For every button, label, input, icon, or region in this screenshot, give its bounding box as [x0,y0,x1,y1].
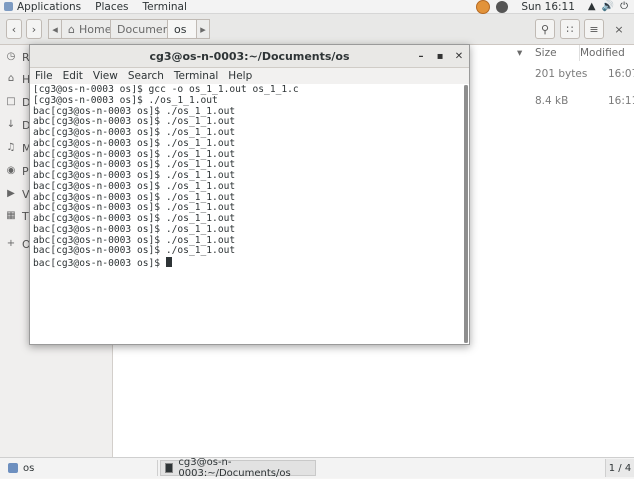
home-icon: ⌂ [7,73,15,84]
sidebar-item-videos[interactable]: ▶ V [6,186,29,202]
back-button[interactable]: ‹ [6,19,22,39]
clock-icon: ◷ [6,51,16,62]
sidebar-initial: T [22,209,29,223]
terminal-menubar: File Edit View Search Terminal Help [30,68,469,84]
arrow-right-icon: ▸ [200,22,206,36]
applications-icon [4,2,13,11]
terminal-icon [165,463,174,473]
scrollbar-thumb[interactable] [464,85,468,343]
trash-icon: ▦ [6,210,16,221]
sidebar-item-music[interactable]: ♫ M [6,140,32,156]
sidebar-item-recent[interactable]: ◷ R [6,49,30,65]
file-manager-header: ‹ › ◂ ⌂ Home Documents os ▸ ⚲ ∷ ≡ × [0,14,634,45]
document-icon: □ [6,96,16,107]
terminal-window[interactable]: cg3@os-n-0003:~/Documents/os – ▪ ✕ File … [29,44,470,345]
taskbar-label: os [23,462,35,474]
breadcrumb-home[interactable]: ⌂ Home [61,19,111,39]
bottom-panel: os cg3@os-n-0003:~/Documents/os 1 / 4 [0,457,634,479]
workspace-switcher[interactable]: 1 / 4 [605,459,634,477]
close-window-button[interactable]: × [610,19,628,39]
column-header-modified[interactable]: Modified [580,45,625,61]
places-menu[interactable]: Places [88,1,135,13]
close-icon: ✕ [454,50,464,62]
plus-icon: + [6,238,16,249]
file-modified: 16:11 [608,95,634,107]
menu-button[interactable]: ≡ [584,19,604,39]
file-modified: 16:07 [608,68,634,80]
breadcrumb-home-label: Home [78,22,112,36]
menu-file[interactable]: File [30,70,58,82]
hamburger-icon: ≡ [589,22,599,36]
menu-terminal[interactable]: Terminal [169,70,223,82]
weather-icon[interactable] [476,0,491,14]
taskbar-divider [157,460,158,476]
maximize-icon: ▪ [436,50,444,62]
chevron-down-icon: ▾ [517,47,523,59]
forward-button[interactable]: › [26,19,42,39]
sidebar-item-downloads[interactable]: ↓ D [6,117,31,133]
maximize-button[interactable]: ▪ [432,48,448,64]
column-header-size[interactable]: Size [535,45,557,61]
menu-edit[interactable]: Edit [58,70,88,82]
view-options-button[interactable]: ∷ [560,19,580,39]
terminal-scrollbar[interactable] [464,85,468,343]
chevron-left-icon: ‹ [11,22,17,36]
accessibility-icon[interactable] [496,0,509,13]
top-panel: Applications Places Terminal Sun 16:11 ▲… [0,0,634,14]
grid-icon: ∷ [566,22,574,36]
terminal-titlebar[interactable]: cg3@os-n-0003:~/Documents/os – ▪ ✕ [30,45,469,68]
file-size: 8.4 kB [535,95,569,107]
terminal-line: bac[cg3@os-n-0003 os]$ ./os_1_1.out [33,245,236,257]
breadcrumb-os[interactable]: os [167,19,197,39]
terminal-line: bac[cg3@os-n-0003 os]$ ./os_1_1.out [33,223,236,235]
close-button[interactable]: ✕ [451,48,467,64]
camera-icon: ◉ [6,165,16,176]
terminal-prompt: bac[cg3@os-n-0003 os]$ [33,258,166,269]
breadcrumb-documents[interactable]: Documents [110,19,180,39]
terminal-cursor [165,257,172,267]
sidebar-item-other-locations[interactable]: + O [6,236,31,252]
download-icon: ↓ [6,119,16,130]
minimize-button[interactable]: – [413,48,429,64]
menu-view[interactable]: View [88,70,123,82]
sort-indicator[interactable]: ▾ [517,45,522,61]
taskbar-item-terminal[interactable]: cg3@os-n-0003:~/Documents/os [160,457,316,479]
terminal-line: abc[cg3@os-n-0003 os]$ ./os_1_1.out [33,137,236,149]
terminal-output[interactable]: [cg3@os-n-0003 os]$ gcc -o os_1_1.out os… [33,85,461,343]
file-size: 201 bytes [535,68,588,80]
sidebar-item-trash[interactable]: ▦ T [6,208,29,224]
path-right-arrow[interactable]: ▸ [196,19,210,39]
sidebar-item-documents[interactable]: □ D [6,94,30,110]
chevron-right-icon: › [31,22,37,36]
minimize-icon: – [418,50,424,62]
power-icon[interactable]: ⏻ [620,1,628,12]
terminal-title: cg3@os-n-0003:~/Documents/os [149,49,350,63]
network-icon[interactable]: ▲ [588,1,596,12]
home-icon: ⌂ [68,22,75,36]
sidebar-item-pictures[interactable]: ◉ P [6,163,29,179]
arrow-left-icon: ◂ [52,22,58,36]
folder-icon [8,463,18,473]
sidebar-initial: P [22,164,29,178]
path-left-arrow[interactable]: ◂ [48,19,62,39]
music-icon: ♫ [6,142,16,153]
terminal-app-menu[interactable]: Terminal [136,1,194,13]
terminal-line: [cg3@os-n-0003 os]$ ./os_1_1.out [33,94,218,106]
taskbar-label: cg3@os-n-0003:~/Documents/os [178,457,291,479]
terminal-prompt-line[interactable]: bac[cg3@os-n-0003 os]$ [33,257,461,270]
sidebar-item-home[interactable]: ⌂ H [6,71,30,87]
clock[interactable]: Sun 16:11 [514,1,582,13]
menu-search[interactable]: Search [123,70,169,82]
terminal-line: bac[cg3@os-n-0003 os]$ ./os_1_1.out [33,180,236,192]
menu-help[interactable]: Help [223,70,257,82]
search-icon: ⚲ [540,22,550,36]
applications-menu[interactable]: Applications [0,1,88,13]
search-button[interactable]: ⚲ [535,19,555,39]
video-icon: ▶ [7,188,15,199]
taskbar-item-files[interactable]: os [4,460,154,476]
volume-icon[interactable]: 🔊 [602,1,614,12]
close-icon: × [614,22,624,36]
applications-label: Applications [17,0,82,13]
